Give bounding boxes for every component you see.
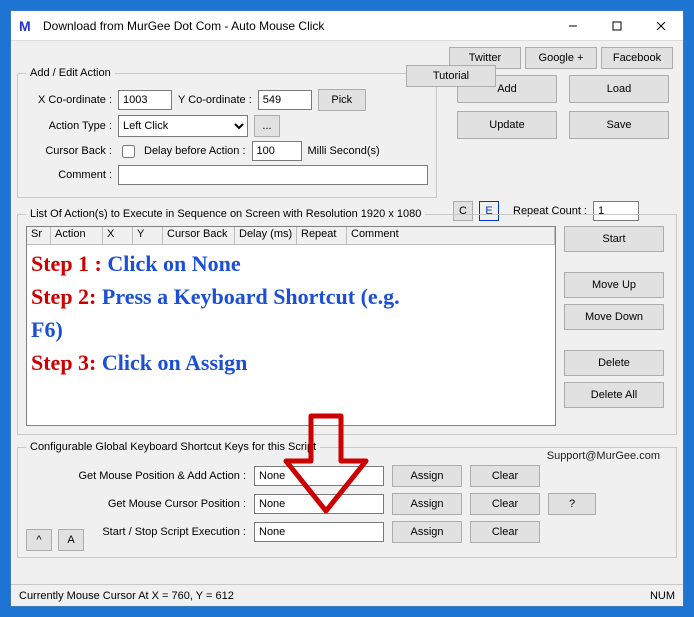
status-text: Currently Mouse Cursor At X = 760, Y = 6… xyxy=(19,590,234,602)
status-bar: Currently Mouse Cursor At X = 760, Y = 6… xyxy=(11,584,683,606)
action-list-group: List Of Action(s) to Execute in Sequence… xyxy=(17,208,677,435)
window-title: Download from MurGee Dot Com - Auto Mous… xyxy=(43,19,551,33)
content-area: Twitter Google + Facebook Add Load Updat… xyxy=(11,41,683,584)
x-coord-input[interactable] xyxy=(118,90,172,110)
shortcut-input-2[interactable] xyxy=(254,494,384,514)
col-action: Action xyxy=(51,227,103,244)
facebook-button[interactable]: Facebook xyxy=(601,47,673,69)
action-type-more-button[interactable]: ... xyxy=(254,115,280,137)
start-button[interactable]: Start xyxy=(564,226,664,252)
col-delay: Delay (ms) xyxy=(235,227,297,244)
load-button[interactable]: Load xyxy=(569,75,669,103)
col-repeat: Repeat xyxy=(297,227,347,244)
action-type-label: Action Type : xyxy=(26,120,112,132)
delete-button[interactable]: Delete xyxy=(564,350,664,376)
action-type-select[interactable]: Left Click xyxy=(118,115,248,137)
shortcut-input-1[interactable] xyxy=(254,466,384,486)
titlebar: M Download from MurGee Dot Com - Auto Mo… xyxy=(11,11,683,41)
clear-button-2[interactable]: Clear xyxy=(470,493,540,515)
delay-input[interactable] xyxy=(252,141,302,161)
delay-units-label: Milli Second(s) xyxy=(308,145,380,157)
support-email: Support@MurGee.com xyxy=(547,450,660,462)
col-sr: Sr xyxy=(27,227,51,244)
update-button[interactable]: Update xyxy=(457,111,557,139)
minimize-button[interactable] xyxy=(551,12,595,40)
instruction-overlay: Step 1 : Click on None Step 2: Press a K… xyxy=(31,247,551,421)
action-list-legend: List Of Action(s) to Execute in Sequence… xyxy=(26,208,425,220)
maximize-button[interactable] xyxy=(595,12,639,40)
col-y: Y xyxy=(133,227,163,244)
app-window: M Download from MurGee Dot Com - Auto Mo… xyxy=(10,10,684,607)
add-edit-legend: Add / Edit Action xyxy=(26,67,115,79)
cursor-back-label: Cursor Back : xyxy=(26,145,112,157)
clear-button-1[interactable]: Clear xyxy=(470,465,540,487)
y-coord-label: Y Co-ordinate : xyxy=(178,94,252,106)
col-cursor-back: Cursor Back xyxy=(163,227,235,244)
shortcut-input-3[interactable] xyxy=(254,522,384,542)
close-button[interactable] xyxy=(639,12,683,40)
shortcut-group: Configurable Global Keyboard Shortcut Ke… xyxy=(17,441,677,558)
list-side-buttons: Start Move Up Move Down Delete Delete Al… xyxy=(564,226,668,426)
caret-button[interactable]: ^ xyxy=(26,529,52,551)
comment-input[interactable] xyxy=(118,165,428,185)
comment-label: Comment : xyxy=(26,169,112,181)
clear-button-3[interactable]: Clear xyxy=(470,521,540,543)
delete-all-button[interactable]: Delete All xyxy=(564,382,664,408)
save-button[interactable]: Save xyxy=(569,111,669,139)
pick-button[interactable]: Pick xyxy=(318,89,366,111)
grid-header: Sr Action X Y Cursor Back Delay (ms) Rep… xyxy=(27,227,555,245)
move-up-button[interactable]: Move Up xyxy=(564,272,664,298)
col-x: X xyxy=(103,227,133,244)
shortcut-legend: Configurable Global Keyboard Shortcut Ke… xyxy=(26,441,320,453)
assign-button-2[interactable]: Assign xyxy=(392,493,462,515)
action-grid[interactable]: Sr Action X Y Cursor Back Delay (ms) Rep… xyxy=(26,226,556,426)
col-comment: Comment xyxy=(347,227,555,244)
a-button[interactable]: A xyxy=(58,529,84,551)
status-num: NUM xyxy=(650,590,675,602)
tutorial-button[interactable]: Tutorial xyxy=(406,65,496,87)
cursor-back-checkbox[interactable] xyxy=(122,145,135,158)
assign-button-1[interactable]: Assign xyxy=(392,465,462,487)
add-edit-action-group: Add / Edit Action Tutorial X Co-ordinate… xyxy=(17,67,437,198)
assign-button-3[interactable]: Assign xyxy=(392,521,462,543)
google-plus-button[interactable]: Google + xyxy=(525,47,597,69)
move-down-button[interactable]: Move Down xyxy=(564,304,664,330)
delay-label: Delay before Action : xyxy=(144,145,246,157)
shortcut-label-1: Get Mouse Position & Add Action : xyxy=(26,470,246,482)
x-coord-label: X Co-ordinate : xyxy=(26,94,112,106)
app-logo-icon: M xyxy=(19,18,35,34)
help-button[interactable]: ? xyxy=(548,493,596,515)
y-coord-input[interactable] xyxy=(258,90,312,110)
shortcut-label-2: Get Mouse Cursor Position : xyxy=(26,498,246,510)
